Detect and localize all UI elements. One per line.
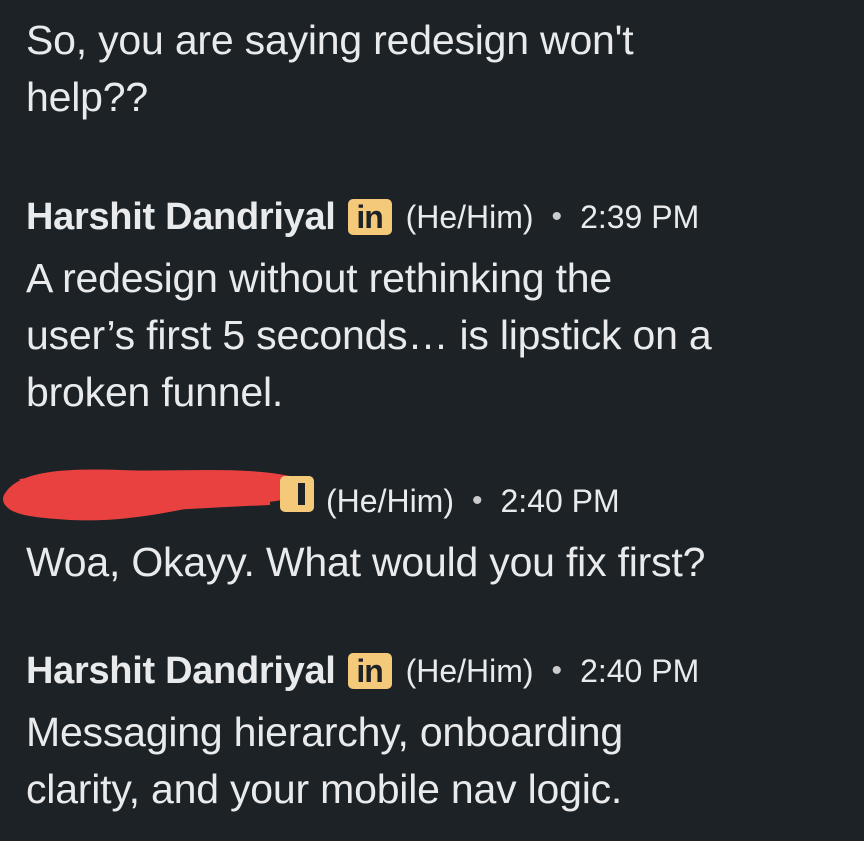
linkedin-badge-icon: in xyxy=(347,199,392,235)
message-4-line-2: clarity, and your mobile nav logic. xyxy=(26,766,623,812)
separator-dot: • xyxy=(551,654,563,687)
pronouns: (He/Him) xyxy=(326,482,454,519)
message-2-body: A redesign without rethinking the user’s… xyxy=(26,250,846,421)
sender-name[interactable]: Harshit Dandriyal xyxy=(26,650,336,693)
message-2-line-1: A redesign without rethinking the xyxy=(26,255,612,301)
sender-name[interactable]: Harshit Dandriyal xyxy=(26,196,336,239)
message-2-line-2: user’s first 5 seconds… is lipstick on a xyxy=(26,312,712,358)
message-1-body: So, you are saying redesign won't help?? xyxy=(26,12,846,126)
timestamp: 2:39 PM xyxy=(580,198,700,235)
pronouns: (He/Him) xyxy=(405,652,534,689)
message-thread: So, you are saying redesign won't help??… xyxy=(0,0,864,841)
separator-dot: • xyxy=(471,484,483,517)
message-2-header: Harshit Dandriyal in (He/Him) • 2:39 PM xyxy=(26,192,699,242)
message-3-line-1: Woa, Okayy. What would you fix first? xyxy=(26,539,706,585)
linkedin-badge-icon-partial xyxy=(280,476,314,512)
message-2-line-3: broken funnel. xyxy=(26,369,284,415)
timestamp: 2:40 PM xyxy=(500,482,620,519)
linkedin-badge-icon: in xyxy=(347,653,392,689)
message-3-body: Woa, Okayy. What would you fix first? xyxy=(26,534,846,591)
message-4-header: Harshit Dandriyal in (He/Him) • 2:40 PM xyxy=(26,646,699,696)
message-4-body: Messaging hierarchy, onboarding clarity,… xyxy=(26,704,846,818)
timestamp: 2:40 PM xyxy=(580,652,700,689)
message-1-line-2: help?? xyxy=(26,74,148,120)
pronouns: (He/Him) xyxy=(405,198,534,235)
separator-dot: • xyxy=(551,200,563,233)
message-3-header: (He/Him) • 2:40 PM xyxy=(326,476,620,526)
message-1-line-1: So, you are saying redesign won't xyxy=(26,17,634,63)
message-4-line-1: Messaging hierarchy, onboarding xyxy=(26,709,624,755)
redaction-scribble xyxy=(3,469,297,521)
